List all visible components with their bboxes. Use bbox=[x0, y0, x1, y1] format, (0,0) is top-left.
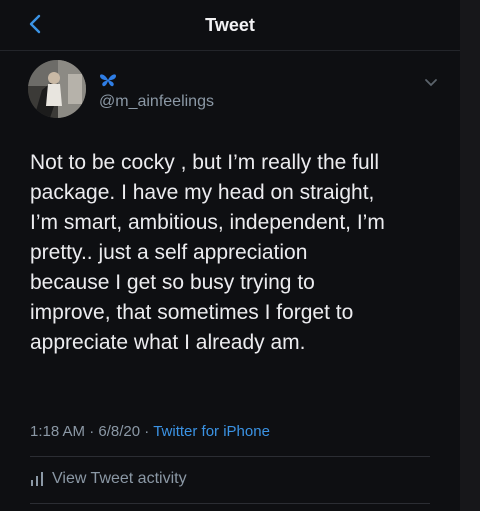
divider bbox=[30, 503, 430, 504]
screen-edge bbox=[460, 0, 480, 511]
meta-separator: · bbox=[144, 423, 150, 440]
tweet-time: 1:18 AM bbox=[30, 423, 86, 440]
divider bbox=[30, 456, 430, 457]
tweet-text: Not to be cocky , but I’m really the ful… bbox=[30, 151, 385, 354]
butterfly-icon bbox=[100, 74, 116, 87]
header-bar: Tweet bbox=[0, 0, 460, 51]
activity-label: View Tweet activity bbox=[52, 470, 187, 487]
tweet-meta: 1:18 AM · 6/8/20 · Twitter for iPhone bbox=[30, 423, 270, 440]
avatar-image bbox=[28, 60, 86, 118]
user-handle[interactable]: @m_ainfeelings bbox=[99, 93, 214, 111]
view-activity-button[interactable]: View Tweet activity bbox=[30, 470, 187, 488]
avatar[interactable] bbox=[28, 60, 86, 118]
tweet-source-link[interactable]: Twitter for iPhone bbox=[153, 423, 270, 440]
chevron-down-icon[interactable] bbox=[424, 78, 438, 88]
tweet-screen: Tweet @m_ainfeelings Not to be cocky , b… bbox=[0, 0, 460, 511]
meta-separator: · bbox=[89, 423, 95, 440]
page-title: Tweet bbox=[205, 15, 255, 35]
tweet-date: 6/8/20 bbox=[98, 423, 141, 440]
activity-bars-icon bbox=[31, 472, 43, 486]
